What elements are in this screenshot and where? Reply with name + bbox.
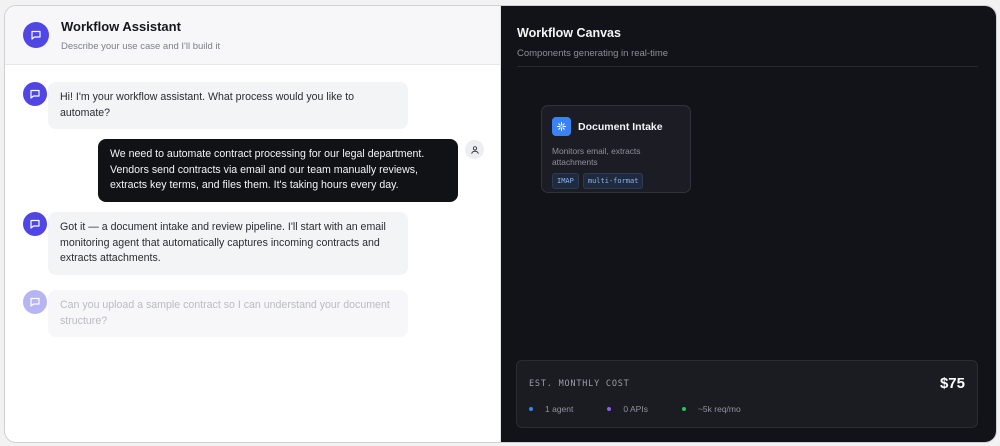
- stat-requests: ~5k req/mo: [681, 404, 741, 414]
- card-tags: IMAP multi-format: [552, 173, 680, 189]
- assistant-avatar-typing: [23, 290, 47, 314]
- canvas-title: Workflow Canvas: [517, 26, 621, 40]
- message-text: Got it — a document intake and review pi…: [48, 212, 408, 275]
- status-dot: [607, 407, 612, 411]
- workflow-canvas: Workflow Canvas Components generating in…: [501, 6, 996, 442]
- cost-value: $75: [939, 375, 965, 392]
- cost-label: EST. MONTHLY COST: [529, 379, 630, 389]
- stat-text: 1 agent: [545, 404, 574, 414]
- message-text: We need to automate contract processing …: [98, 139, 458, 202]
- chat-bubble-icon: [30, 297, 40, 307]
- card-description: Monitors email, extracts attachments: [552, 146, 641, 167]
- message-assistant: Got it — a document intake and review pi…: [48, 212, 408, 275]
- component-card-document-intake[interactable]: Document Intake Monitors email, extracts…: [541, 105, 691, 193]
- message-text: Hi! I'm your workflow assistant. What pr…: [48, 82, 408, 129]
- assistant-avatar: [23, 22, 49, 48]
- message-assistant-typing: Can you upload a sample contract so I ca…: [48, 290, 408, 337]
- user-avatar: [465, 140, 484, 159]
- card-icon-badge: [552, 117, 571, 136]
- chat-bubble-icon: [30, 89, 40, 99]
- chat-header: Workflow Assistant Describe your use cas…: [5, 6, 500, 65]
- chat-bubble-icon: [30, 219, 40, 229]
- app-window: Workflow Assistant Describe your use cas…: [4, 5, 997, 443]
- stat-text: ~5k req/mo: [697, 404, 741, 414]
- message-assistant: Hi! I'm your workflow assistant. What pr…: [48, 82, 408, 129]
- status-dot: [681, 407, 686, 411]
- chat-title: Workflow Assistant: [61, 18, 181, 34]
- message-user: We need to automate contract processing …: [98, 139, 458, 202]
- chat-panel: Workflow Assistant Describe your use cas…: [5, 6, 501, 442]
- stat-apis: 0 APIs: [607, 404, 648, 414]
- cost-summary: EST. MONTHLY COST $75 1 agent 0 APIs ~5k…: [516, 360, 978, 428]
- stat-text: 0 APIs: [623, 404, 648, 414]
- chat-subtitle: Describe your use case and I'll build it: [61, 40, 221, 52]
- canvas-header: Workflow Canvas Components generating in…: [517, 26, 978, 67]
- message-text: Can you upload a sample contract so I ca…: [48, 290, 408, 337]
- card-title: Document Intake: [578, 120, 663, 133]
- assistant-avatar: [23, 82, 47, 106]
- canvas-subtitle: Components generating in real-time: [517, 48, 669, 59]
- assistant-avatar: [23, 212, 47, 236]
- tag-imap: IMAP: [552, 173, 579, 189]
- chat-bubble-icon: [31, 30, 41, 40]
- cost-stats: 1 agent 0 APIs ~5k req/mo: [529, 404, 775, 414]
- status-dot: [529, 407, 533, 411]
- sparkle-icon: [556, 121, 567, 132]
- tag-multi-format: multi-format: [582, 173, 644, 189]
- stat-agents: 1 agent: [529, 404, 573, 414]
- user-icon: [470, 145, 479, 154]
